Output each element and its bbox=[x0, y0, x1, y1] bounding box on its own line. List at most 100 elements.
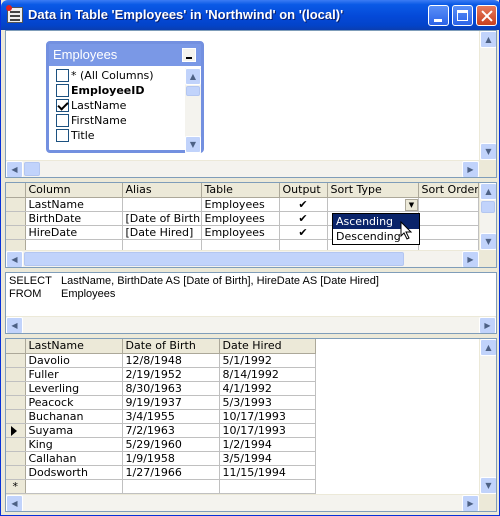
grid-hscrollbar[interactable]: ◀ ▶ bbox=[6, 250, 479, 267]
result-cell[interactable]: Peacock bbox=[25, 395, 123, 410]
table-window-title[interactable]: Employees bbox=[49, 44, 201, 66]
result-column-header[interactable]: Date of Birth bbox=[122, 339, 220, 354]
field-checkbox[interactable] bbox=[56, 129, 69, 142]
result-cell[interactable]: King bbox=[25, 437, 123, 452]
row-selector[interactable] bbox=[6, 353, 26, 368]
field-item[interactable]: * (All Columns) bbox=[55, 68, 185, 83]
table-minimize-button[interactable] bbox=[182, 48, 196, 62]
column-header[interactable]: Sort Type bbox=[327, 183, 419, 198]
result-cell[interactable]: 11/15/1994 bbox=[219, 465, 316, 480]
result-cell[interactable]: 5/1/1992 bbox=[219, 353, 316, 368]
result-cell[interactable]: 5/29/1960 bbox=[122, 437, 220, 452]
grid-cell-alias[interactable]: [Date of Birth] bbox=[122, 211, 202, 226]
grid-cell-sort-order[interactable] bbox=[418, 197, 479, 212]
result-cell[interactable]: 2/19/1952 bbox=[122, 367, 220, 382]
column-header[interactable]: Sort Order bbox=[418, 183, 479, 198]
grid-cell-output[interactable]: ✔ bbox=[279, 197, 328, 212]
row-selector[interactable] bbox=[6, 197, 26, 212]
result-cell[interactable]: 9/19/1937 bbox=[122, 395, 220, 410]
result-cell[interactable]: Callahan bbox=[25, 451, 123, 466]
grid-cell-alias[interactable]: [Date Hired] bbox=[122, 225, 202, 240]
result-cell[interactable]: Leverling bbox=[25, 381, 123, 396]
scroll-up-icon[interactable]: ▲ bbox=[480, 31, 496, 48]
result-cell[interactable] bbox=[122, 479, 220, 494]
result-cell[interactable]: Dodsworth bbox=[25, 465, 123, 480]
scroll-thumb[interactable] bbox=[24, 162, 40, 176]
result-cell[interactable]: Fuller bbox=[25, 367, 123, 382]
minimize-button[interactable] bbox=[428, 5, 449, 26]
sql-text[interactable]: SELECT LastName, BirthDate AS [Date of Bi… bbox=[9, 275, 379, 301]
grid-cell-sort-order[interactable] bbox=[418, 225, 479, 240]
scroll-down-icon[interactable]: ▼ bbox=[480, 233, 496, 250]
result-cell[interactable]: 7/2/1963 bbox=[122, 423, 220, 438]
row-selector[interactable] bbox=[6, 395, 26, 410]
result-cell[interactable]: 3/5/1994 bbox=[219, 451, 316, 466]
grid-cell-column[interactable]: HireDate bbox=[25, 225, 123, 240]
row-selector[interactable] bbox=[6, 451, 26, 466]
scroll-thumb[interactable] bbox=[24, 252, 404, 266]
result-row[interactable]: Davolio 12/8/1948 5/1/1992 bbox=[6, 353, 316, 368]
column-header[interactable]: Table bbox=[201, 183, 280, 198]
column-header[interactable]: Output bbox=[279, 183, 328, 198]
scroll-right-icon[interactable]: ▶ bbox=[462, 251, 479, 267]
close-button[interactable] bbox=[476, 5, 497, 26]
result-row[interactable]: Callahan 1/9/1958 3/5/1994 bbox=[6, 451, 316, 466]
scroll-thumb[interactable] bbox=[481, 201, 495, 213]
grid-cell-alias[interactable] bbox=[122, 197, 202, 212]
results-hscrollbar[interactable]: ◀ ▶ bbox=[6, 494, 479, 511]
new-row[interactable]: * bbox=[6, 479, 316, 494]
results-vscrollbar[interactable]: ▲ ▼ bbox=[479, 339, 496, 494]
grid-vscrollbar[interactable]: ▲ ▼ bbox=[479, 183, 496, 250]
field-checkbox[interactable] bbox=[56, 114, 69, 127]
result-cell[interactable]: 10/17/1993 bbox=[219, 409, 316, 424]
row-selector[interactable] bbox=[6, 465, 26, 480]
row-selector[interactable] bbox=[6, 409, 26, 424]
row-selector[interactable] bbox=[6, 225, 26, 240]
diagram-vscrollbar[interactable]: ▲ ▼ bbox=[479, 31, 496, 160]
field-checkbox[interactable] bbox=[56, 99, 69, 112]
row-selector[interactable] bbox=[6, 211, 26, 226]
scroll-left-icon[interactable]: ◀ bbox=[6, 251, 23, 267]
sql-hscrollbar[interactable]: ◀ ▶ bbox=[6, 316, 496, 333]
result-column-header[interactable]: Date Hired bbox=[219, 339, 316, 354]
result-row[interactable]: Fuller 2/19/1952 8/14/1992 bbox=[6, 367, 316, 382]
scroll-right-icon[interactable]: ▶ bbox=[462, 495, 479, 511]
grid-cell-column[interactable]: LastName bbox=[25, 197, 123, 212]
sql-pane[interactable]: SELECT LastName, BirthDate AS [Date of Bi… bbox=[5, 272, 497, 334]
row-selector[interactable] bbox=[6, 423, 26, 438]
result-cell[interactable]: 8/14/1992 bbox=[219, 367, 316, 382]
result-row[interactable]: Leverling 8/30/1963 4/1/1992 bbox=[6, 381, 316, 396]
scroll-up-icon[interactable]: ▲ bbox=[185, 68, 201, 85]
field-list-scrollbar[interactable]: ▲ ▼ bbox=[185, 68, 201, 153]
result-cell[interactable]: 5/3/1993 bbox=[219, 395, 316, 410]
result-cell[interactable]: Suyama bbox=[25, 423, 123, 438]
result-cell[interactable]: 1/9/1958 bbox=[122, 451, 220, 466]
column-header[interactable]: Column bbox=[25, 183, 123, 198]
row-selector[interactable] bbox=[6, 437, 26, 452]
scroll-left-icon[interactable]: ◀ bbox=[6, 317, 23, 333]
result-cell[interactable]: Buchanan bbox=[25, 409, 123, 424]
grid-cell-column[interactable]: BirthDate bbox=[25, 211, 123, 226]
scroll-down-icon[interactable]: ▼ bbox=[185, 136, 201, 153]
result-cell[interactable]: 3/4/1955 bbox=[122, 409, 220, 424]
result-cell[interactable]: 8/30/1963 bbox=[122, 381, 220, 396]
employees-table-window[interactable]: Employees * (All Columns) EmployeeID LastN… bbox=[46, 41, 204, 153]
maximize-button[interactable] bbox=[452, 5, 473, 26]
scroll-up-icon[interactable]: ▲ bbox=[480, 183, 496, 200]
grid-cell-table[interactable]: Employees bbox=[201, 197, 280, 212]
field-item[interactable]: LastName bbox=[55, 98, 185, 113]
result-row[interactable]: Buchanan 3/4/1955 10/17/1993 bbox=[6, 409, 316, 424]
result-cell[interactable] bbox=[219, 479, 316, 494]
result-row[interactable]: Peacock 9/19/1937 5/3/1993 bbox=[6, 395, 316, 410]
diagram-hscrollbar[interactable]: ◀ ▶ bbox=[6, 160, 479, 177]
scroll-right-icon[interactable]: ▶ bbox=[462, 161, 479, 177]
scroll-left-icon[interactable]: ◀ bbox=[6, 161, 23, 177]
row-selector[interactable] bbox=[6, 367, 26, 382]
scroll-thumb[interactable] bbox=[186, 86, 200, 96]
chevron-down-icon[interactable]: ▼ bbox=[405, 199, 418, 211]
scroll-down-icon[interactable]: ▼ bbox=[480, 477, 496, 494]
field-item[interactable]: Title bbox=[55, 128, 185, 143]
scroll-up-icon[interactable]: ▲ bbox=[480, 339, 496, 356]
title-bar[interactable]: Data in Table 'Employees' in 'Northwind'… bbox=[1, 0, 500, 30]
result-row[interactable]: King 5/29/1960 1/2/1994 bbox=[6, 437, 316, 452]
